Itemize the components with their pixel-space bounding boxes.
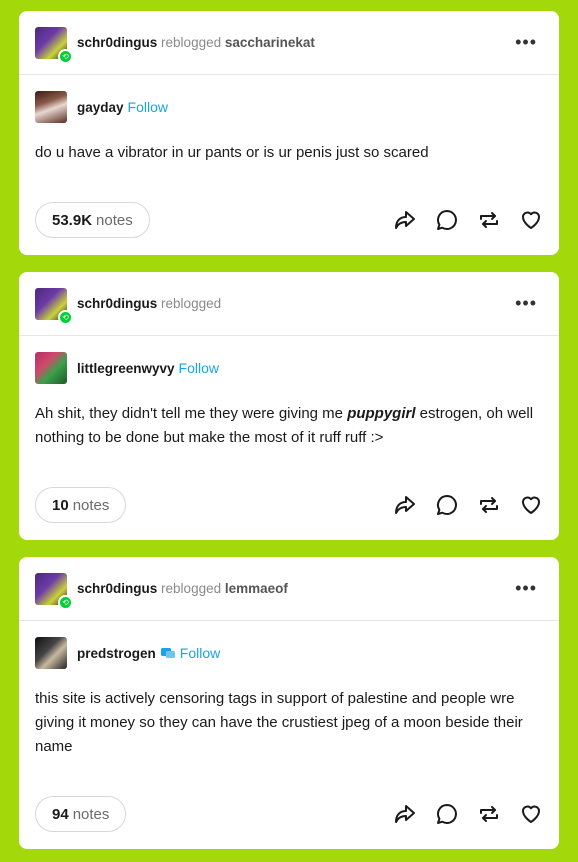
post-body: this site is actively censoring tags in … [19,685,559,759]
post-actions [393,802,543,826]
notes-button[interactable]: 53.9K notes [35,202,150,238]
reblog-attribution: schr0dingus reblogged lemmaeof [77,580,288,598]
reblogged-label: reblogged [161,34,222,50]
like-icon[interactable] [519,802,543,826]
origin-avatar[interactable] [35,91,67,123]
reblogged-label: reblogged [161,580,222,596]
reblogger-avatar[interactable]: ⟲ [35,572,73,610]
reblogger-name[interactable]: schr0dingus [77,296,157,311]
post-actions [393,208,543,232]
blue-badge-icon[interactable] [160,645,176,661]
share-icon[interactable] [393,493,417,517]
dashboard-feed: ⟲ schr0dingus reblogged saccharinekat ••… [0,0,578,862]
follow-button[interactable]: Follow [180,645,220,661]
notes-count: 10 [52,496,69,514]
origin-row: gayday Follow [19,75,559,139]
notes-label: notes [96,211,133,229]
origin-avatar[interactable] [35,637,67,669]
reply-icon[interactable] [435,802,459,826]
post-header: ⟲ schr0dingus reblogged saccharinekat ••… [19,11,559,75]
origin-avatar[interactable] [35,352,67,384]
follow-button[interactable]: Follow [179,360,219,376]
follow-button[interactable]: Follow [128,99,168,115]
post-header: ⟲ schr0dingus reblogged lemmaeof ••• [19,557,559,621]
origin-blog-name[interactable]: predstrogen [77,646,156,661]
reblogged-label: reblogged [161,295,222,311]
reblog-icon[interactable] [477,802,501,826]
reblogger-avatar[interactable]: ⟲ [35,287,73,325]
post-card: ⟲ schr0dingus reblogged ••• littlegreenw… [19,272,559,540]
reblogger-avatar[interactable]: ⟲ [35,26,73,64]
reblog-attribution: schr0dingus reblogged saccharinekat [77,34,315,52]
post-text-emphasis: puppygirl [347,405,416,422]
reblog-attribution: schr0dingus reblogged [77,295,221,313]
post-text: Ah shit, they didn't tell me they were g… [35,402,543,450]
share-icon[interactable] [393,802,417,826]
notes-label: notes [72,496,110,514]
more-icon[interactable]: ••• [515,33,537,51]
notes-label: notes [72,805,110,823]
share-icon[interactable] [393,208,417,232]
post-footer: 94 notes [35,795,543,833]
post-card: ⟲ schr0dingus reblogged lemmaeof ••• pre… [19,557,559,849]
origin-row: predstrogen Follow [19,621,559,685]
reblog-source-name[interactable]: saccharinekat [225,35,315,50]
post-body: do u have a vibrator in ur pants or is u… [19,139,559,165]
reblog-icon[interactable] [477,493,501,517]
post-text: this site is actively censoring tags in … [35,690,523,755]
post-text-part: Ah shit, they didn't tell me they were g… [35,405,348,422]
reblog-source-name[interactable]: lemmaeof [225,581,288,596]
reblog-badge-icon: ⟲ [58,48,73,64]
reblogger-name[interactable]: schr0dingus [77,35,157,50]
notes-button[interactable]: 10 notes [35,487,127,523]
more-icon[interactable]: ••• [515,579,537,597]
post-footer: 53.9K notes [35,201,543,239]
post-text: do u have a vibrator in ur pants or is u… [35,144,429,161]
post-footer: 10 notes [35,486,543,524]
reblog-badge-icon: ⟲ [58,594,73,610]
origin-blog-name[interactable]: littlegreenwyvy [77,361,175,376]
notes-button[interactable]: 94 notes [35,796,127,832]
like-icon[interactable] [519,493,543,517]
reply-icon[interactable] [435,493,459,517]
reply-icon[interactable] [435,208,459,232]
notes-count: 53.9K [52,211,93,229]
post-body: Ah shit, they didn't tell me they were g… [19,400,559,450]
reblog-badge-icon: ⟲ [58,309,73,325]
post-header: ⟲ schr0dingus reblogged ••• [19,272,559,336]
post-card: ⟲ schr0dingus reblogged saccharinekat ••… [19,11,559,255]
like-icon[interactable] [519,208,543,232]
reblog-icon[interactable] [477,208,501,232]
origin-row: littlegreenwyvy Follow [19,336,559,400]
notes-count: 94 [52,805,69,823]
origin-blog-name[interactable]: gayday [77,100,124,115]
post-actions [393,493,543,517]
more-icon[interactable]: ••• [515,294,537,312]
reblogger-name[interactable]: schr0dingus [77,581,157,596]
